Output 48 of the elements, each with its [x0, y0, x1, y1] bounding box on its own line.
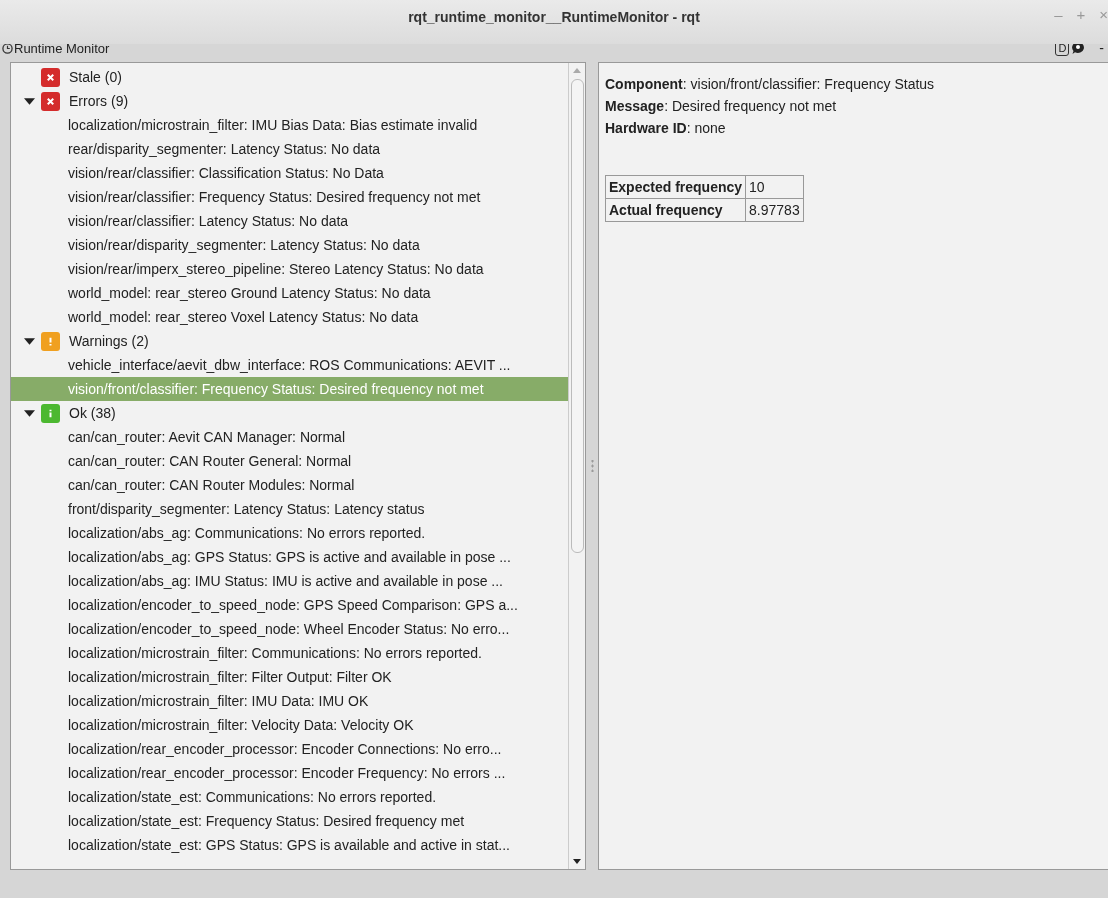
- tree-item[interactable]: localization/microstrain_filter: Filter Output: Filter OK: [11, 665, 568, 689]
- tree-item[interactable]: world_model: rear_stereo Ground Latency Status: No data: [11, 281, 568, 305]
- tree-item[interactable]: vision/rear/classifier: Classification Status: No Data: [11, 161, 568, 185]
- table-cell: 8.97783: [745, 198, 804, 222]
- tree-item[interactable]: localization/rear_encoder_processor: Encoder Connections: No erro...: [11, 737, 568, 761]
- tree-item[interactable]: localization/microstrain_filter: Communications: No errors reported.: [11, 641, 568, 665]
- tree-item[interactable]: localization/state_est: Frequency Status: Desired frequency met: [11, 809, 568, 833]
- tree-item[interactable]: vehicle_interface/aevit_dbw_interface: ROS Communications: AEVIT ...: [11, 353, 568, 377]
- table-cell: Expected frequency: [605, 175, 746, 199]
- table-cell: Actual frequency: [605, 198, 746, 222]
- detail-field: Component: vision/front/classifier: Frequency Status: [605, 73, 1108, 95]
- tree-item[interactable]: localization/abs_ag: Communications: No errors reported.: [11, 521, 568, 545]
- group-label[interactable]: Errors (9): [69, 89, 129, 113]
- clock-icon: [2, 42, 13, 54]
- window-title: rqt_runtime_monitor__RuntimeMonitor - rqt: [408, 9, 700, 25]
- tree-item[interactable]: vision/rear/disparity_segmenter: Latency Status: No data: [11, 233, 568, 257]
- tree-item[interactable]: localization/rear_encoder_processor: Encoder Frequency: No errors ...: [11, 761, 568, 785]
- expand-arrow-icon[interactable]: [24, 407, 35, 419]
- tree-item[interactable]: localization/state_est: GPS Status: GPS is available and active in stat...: [11, 833, 568, 857]
- help-icon[interactable]: [1071, 41, 1086, 55]
- tree-item[interactable]: localization/abs_ag: GPS Status: GPS is active and available in pose ...: [11, 545, 568, 569]
- tree-item[interactable]: localization/encoder_to_speed_node: GPS Speed Comparison: GPS a...: [11, 593, 568, 617]
- tree-item[interactable]: world_model: rear_stereo Voxel Latency Status: No data: [11, 305, 568, 329]
- tree-item[interactable]: front/disparity_segmenter: Latency Status: Latency status: [11, 497, 568, 521]
- scroll-bar[interactable]: [568, 63, 585, 869]
- tree-item[interactable]: localization/state_est: Communications: No errors reported.: [11, 785, 568, 809]
- tree-item[interactable]: localization/abs_ag: IMU Status: IMU is active and available in pose ...: [11, 569, 568, 593]
- tree-item[interactable]: localization/encoder_to_speed_node: Wheel Encoder Status: No erro...: [11, 617, 568, 641]
- table-cell: 10: [745, 175, 804, 199]
- group-label[interactable]: Warnings (2): [69, 329, 149, 353]
- detail-field: Message: Desired frequency not met: [605, 95, 1108, 117]
- tree-item[interactable]: can/can_router: CAN Router General: Normal: [11, 449, 568, 473]
- tree-item[interactable]: rear/disparity_segmenter: Latency Status: No data: [11, 137, 568, 161]
- expand-arrow-icon[interactable]: [24, 335, 35, 347]
- tree-item[interactable]: localization/microstrain_filter: Velocity Data: Velocity OK: [11, 713, 568, 737]
- detail-field: Hardware ID: none: [605, 117, 1108, 139]
- tree-item[interactable]: can/can_router: CAN Router Modules: Normal: [11, 473, 568, 497]
- group-label[interactable]: Stale (0): [69, 65, 122, 89]
- tree-item[interactable]: vision/rear/classifier: Frequency Status: Desired frequency not met: [11, 185, 568, 209]
- tree-item[interactable]: vision/rear/classifier: Latency Status: No data: [11, 209, 568, 233]
- expand-arrow-icon[interactable]: [24, 95, 35, 107]
- tree-item[interactable]: localization/microstrain_filter: IMU Data: IMU OK: [11, 689, 568, 713]
- tree-item[interactable]: can/can_router: Aevit CAN Manager: Normal: [11, 425, 568, 449]
- close-button[interactable]: -: [1099, 40, 1104, 56]
- group-label[interactable]: Ok (38): [69, 401, 116, 425]
- tree-item[interactable]: vision/rear/imperx_stereo_pipeline: Stereo Latency Status: No data: [11, 257, 568, 281]
- tree-item[interactable]: localization/microstrain_filter: IMU Bias Data: Bias estimate invalid: [11, 113, 568, 137]
- plugin-title: Runtime Monitor: [14, 40, 110, 56]
